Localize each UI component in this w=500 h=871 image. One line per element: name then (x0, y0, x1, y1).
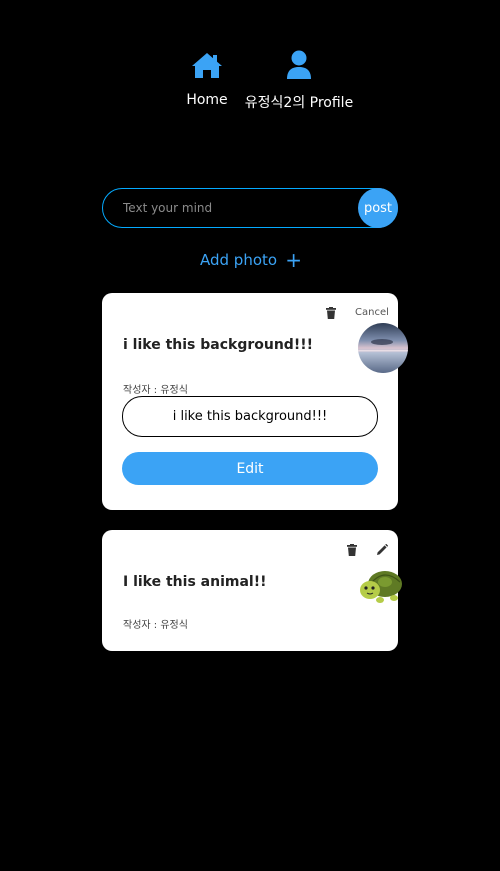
trash-icon[interactable] (325, 307, 337, 319)
tweet-input[interactable] (102, 188, 398, 228)
trash-icon[interactable] (346, 544, 358, 556)
post-card: Cancel i like this background!!! 작성자: 유… (102, 293, 408, 510)
page: Home 유정식2의 Profile post Add photo + Canc… (0, 0, 500, 871)
post-title: i like this background!!! (123, 337, 313, 353)
post-author: 작성자 : 유정식 (123, 620, 188, 631)
post-form: post (102, 188, 398, 228)
edit-submit-button[interactable]: Edit (122, 452, 378, 485)
add-photo-button[interactable]: Add photo + (200, 248, 302, 272)
edit-input[interactable] (122, 396, 378, 437)
user-icon (286, 50, 312, 80)
post-attachment-image (358, 323, 408, 373)
cancel-button[interactable]: Cancel (355, 307, 389, 318)
home-icon (191, 50, 223, 80)
nav-profile-link[interactable]: 유정식2의 Profile (240, 50, 358, 112)
nav-home-link[interactable]: Home (180, 50, 234, 108)
pencil-icon[interactable] (376, 544, 388, 556)
post-title: I like this animal!! (123, 574, 267, 590)
add-photo-label: Add photo (200, 251, 278, 269)
post-button[interactable]: post (358, 188, 398, 228)
turtle-sticker-image (356, 564, 406, 614)
post-author: 작성자 : 유정식 (123, 385, 188, 396)
nav-profile-label: 유정식2의 Profile (244, 95, 354, 111)
plus-icon: + (285, 248, 302, 272)
post-card: I like this animal!! 작성자 : 유정식 (102, 530, 402, 651)
nav-home-label: Home (186, 92, 228, 108)
